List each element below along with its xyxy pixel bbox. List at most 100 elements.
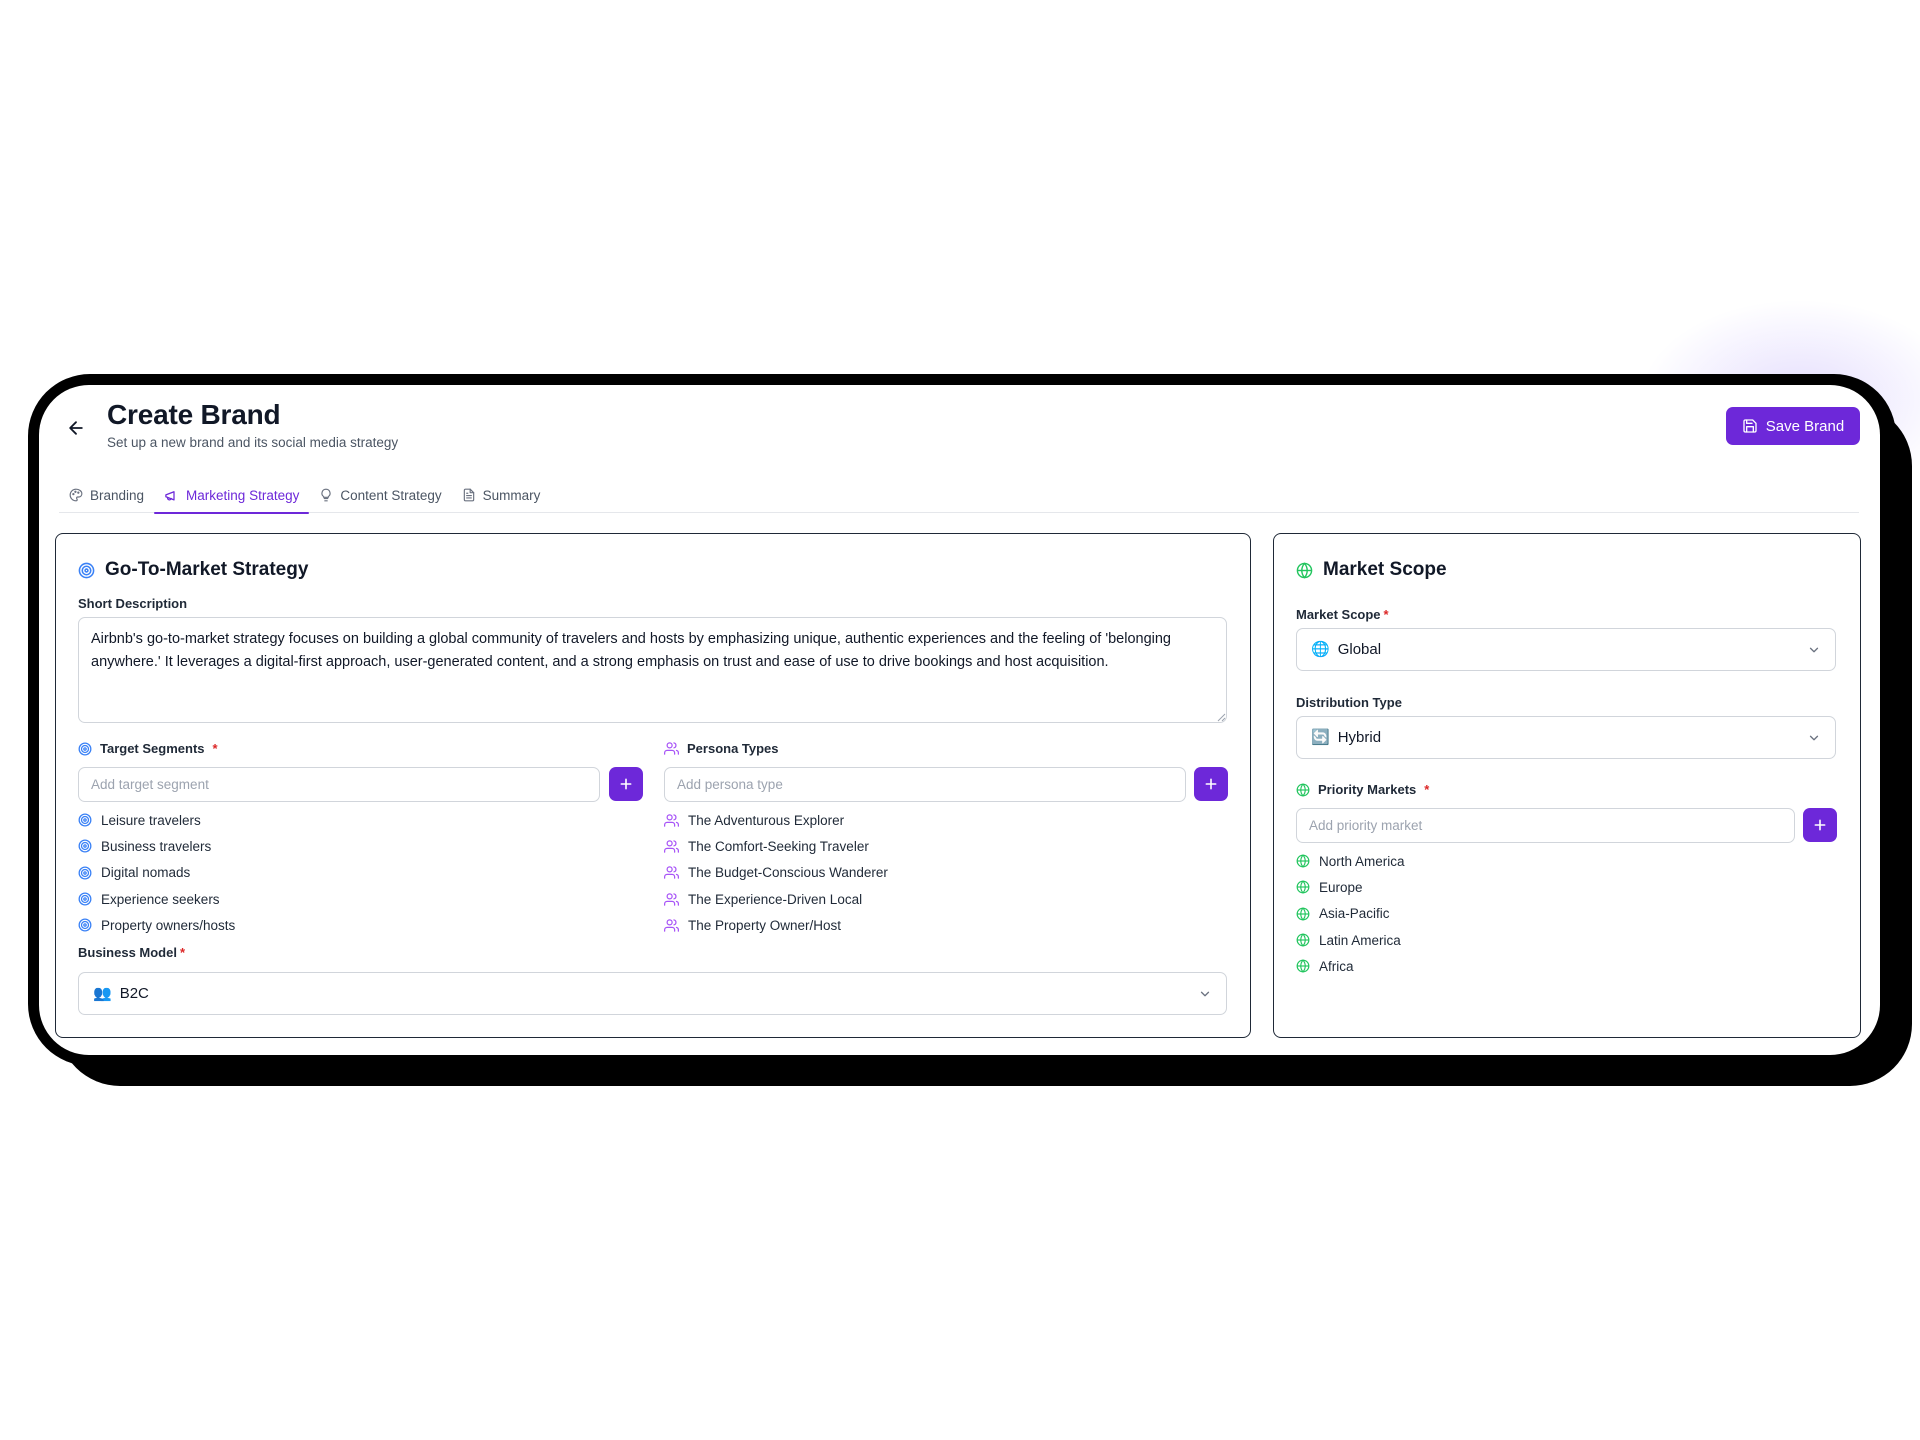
list-item: Asia-Pacific xyxy=(1296,901,1405,927)
list-item-label: The Comfort-Seeking Traveler xyxy=(688,838,869,854)
list-item-label: The Adventurous Explorer xyxy=(688,812,845,828)
target-icon xyxy=(78,742,92,755)
required-mark: * xyxy=(1383,607,1389,622)
chevron-down-icon xyxy=(1809,735,1819,741)
users-icon xyxy=(664,892,679,906)
arrow-left-icon xyxy=(69,421,83,435)
list-item: Leisure travelers xyxy=(78,807,235,833)
distribution-type-label-text: Distribution Type xyxy=(1296,695,1402,710)
resize-handle-icon[interactable] xyxy=(1216,712,1226,722)
go-to-market-title: Go-To-Market Strategy xyxy=(78,559,308,581)
market-scope-select[interactable]: 🌐 Global xyxy=(1296,628,1836,671)
target-segments-label: Target Segments * xyxy=(78,741,218,756)
distribution-type-select[interactable]: 🔄 Hybrid xyxy=(1296,716,1836,759)
app-screen: Create Brand Set up a new brand and its … xyxy=(39,385,1880,1055)
business-model-select[interactable]: 👥 B2C xyxy=(78,972,1227,1015)
list-item: Digital nomads xyxy=(78,860,235,886)
plus-icon xyxy=(1814,819,1826,831)
list-item-label: Africa xyxy=(1319,958,1354,974)
list-item-label: Asia-Pacific xyxy=(1319,906,1390,922)
short-description-label-text: Short Description xyxy=(78,596,188,611)
list-item: Africa xyxy=(1296,953,1405,979)
target-icon xyxy=(78,839,92,853)
users-icon xyxy=(664,866,679,879)
list-item-label: North America xyxy=(1319,853,1405,869)
globe-emoji-icon: 🌐 xyxy=(1311,641,1330,658)
plus-icon xyxy=(1205,778,1217,790)
lightbulb-icon xyxy=(321,488,331,502)
globe-icon xyxy=(1296,854,1310,868)
persona-type-input[interactable] xyxy=(664,767,1186,802)
priority-markets-label-text: Priority Markets xyxy=(1318,782,1417,797)
market-scope-label-text: Market Scope xyxy=(1296,607,1381,622)
list-item: The Comfort-Seeking Traveler xyxy=(664,833,888,859)
list-item: The Budget-Conscious Wanderer xyxy=(664,860,888,886)
list-item-label: The Experience-Driven Local xyxy=(688,891,863,907)
go-to-market-title-text: Go-To-Market Strategy xyxy=(105,559,309,580)
market-scope-card: Market Scope Market Scope * 🌐 Global Dis… xyxy=(1273,533,1861,1038)
list-item-label: Experience seekers xyxy=(101,891,220,907)
list-item: North America xyxy=(1296,848,1405,874)
tab-bar: Branding Marketing Strategy Content Stra… xyxy=(59,477,1859,514)
list-item: Experience seekers xyxy=(78,886,235,912)
add-target-segment-button[interactable] xyxy=(609,767,643,801)
arrows-cycle-emoji-icon: 🔄 xyxy=(1311,729,1330,746)
tab-label: Branding xyxy=(90,487,145,503)
users-icon xyxy=(664,919,679,932)
target-segment-input[interactable] xyxy=(78,767,600,802)
palette-icon xyxy=(69,488,83,502)
market-scope-title: Market Scope xyxy=(1296,559,1447,581)
business-model-label: Business Model * xyxy=(78,945,185,960)
add-persona-type-button[interactable] xyxy=(1194,767,1228,801)
save-brand-label: Save Brand xyxy=(1765,417,1845,435)
short-description-label: Short Description xyxy=(78,596,187,611)
priority-markets-label: Priority Markets * xyxy=(1296,782,1429,797)
users-icon xyxy=(664,742,679,755)
list-item: Europe xyxy=(1296,874,1405,900)
tab-label: Summary xyxy=(482,487,541,503)
priority-market-input[interactable] xyxy=(1296,808,1795,843)
short-description-input[interactable]: Airbnb's go-to-market strategy focuses o… xyxy=(78,617,1227,723)
priority-markets-list: North America Europe Asia-Pacific Latin … xyxy=(1296,848,1405,979)
list-item-label: Latin America xyxy=(1319,932,1401,948)
tab-summary[interactable]: Summary xyxy=(452,477,551,513)
save-icon xyxy=(1743,419,1757,433)
globe-icon xyxy=(1296,880,1310,895)
chevron-down-icon xyxy=(1200,991,1210,997)
list-item-label: The Budget-Conscious Wanderer xyxy=(688,865,888,881)
megaphone-icon xyxy=(165,490,175,500)
distribution-type-value: Hybrid xyxy=(1337,729,1382,746)
globe-icon xyxy=(1296,782,1310,797)
market-scope-label: Market Scope * xyxy=(1296,607,1389,622)
list-item: Business travelers xyxy=(78,833,235,859)
back-button[interactable] xyxy=(61,413,91,443)
market-scope-title-text: Market Scope xyxy=(1323,559,1447,580)
tab-branding[interactable]: Branding xyxy=(59,477,154,513)
save-brand-button[interactable]: Save Brand xyxy=(1726,407,1860,445)
list-item-label: Property owners/hosts xyxy=(101,917,236,933)
tab-content-strategy[interactable]: Content Strategy xyxy=(309,477,451,513)
add-priority-market-button[interactable] xyxy=(1803,808,1837,842)
page-subtitle: Set up a new brand and its social media … xyxy=(107,435,399,450)
market-scope-value: Global xyxy=(1337,641,1382,658)
users-icon xyxy=(664,813,679,827)
required-mark: * xyxy=(179,945,186,960)
required-mark: * xyxy=(212,741,218,756)
target-segments-label-text: Target Segments xyxy=(100,741,205,756)
persona-types-label-text: Persona Types xyxy=(687,741,779,756)
list-item-label: Europe xyxy=(1319,879,1363,895)
globe-icon xyxy=(1296,933,1310,947)
list-item-label: The Property Owner/Host xyxy=(688,917,842,933)
list-item: The Property Owner/Host xyxy=(664,912,888,938)
target-segments-list: Leisure travelers Business travelers Dig… xyxy=(78,807,235,938)
distribution-type-label: Distribution Type xyxy=(1296,695,1402,710)
list-item-label: Business travelers xyxy=(101,838,212,854)
business-model-value: B2C xyxy=(119,985,149,1002)
go-to-market-card: Go-To-Market Strategy Short Description … xyxy=(55,533,1251,1038)
tab-label: Content Strategy xyxy=(340,487,442,503)
plus-icon xyxy=(620,778,632,790)
users-icon xyxy=(664,840,679,853)
tab-marketing-strategy[interactable]: Marketing Strategy xyxy=(154,477,310,514)
list-item-label: Digital nomads xyxy=(101,865,191,881)
list-item: The Experience-Driven Local xyxy=(664,886,888,912)
